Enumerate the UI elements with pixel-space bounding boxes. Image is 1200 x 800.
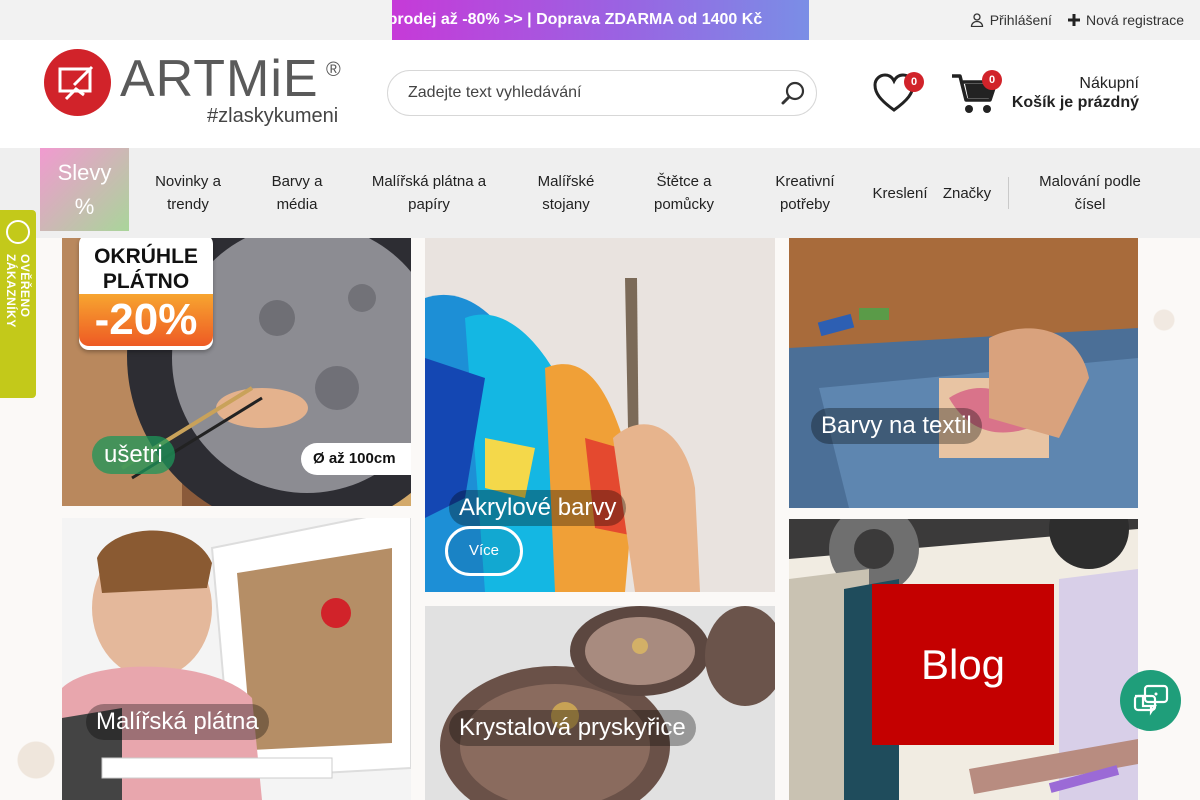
site-header: ARTMiE ® #zlaskykumeni 0 0 Nákupní Košík… [0, 40, 1200, 148]
nav-item-easels[interactable]: Malířské stojany [520, 148, 612, 238]
logo-registered: ® [326, 59, 341, 81]
nav-item-paint-by-numbers[interactable]: Malování podle čísel [1022, 148, 1158, 238]
tile-label: Krystalová pryskyřice [449, 710, 696, 746]
chat-button[interactable] [1120, 670, 1181, 731]
nav-label: Malířská plátna a [371, 173, 487, 190]
user-icon [970, 13, 983, 27]
sale-label: Slevy [57, 160, 112, 185]
nav-item-canvases-papers[interactable]: Malířská plátna a papíry [354, 148, 504, 238]
promo-banner[interactable]: Výprodej až -80% >> | Doprava ZDARMA od … [392, 0, 809, 40]
cart-title: Nákupní [1079, 75, 1139, 92]
nav-label: Štětce a [656, 173, 712, 190]
search-icon[interactable] [780, 80, 806, 106]
register-link[interactable]: Nová registrace [1067, 12, 1184, 28]
search-input[interactable] [408, 71, 768, 115]
tile-label: Malířská plátna [86, 704, 269, 740]
cart-count-badge: 0 [982, 70, 1002, 90]
chat-icon [1133, 684, 1168, 716]
nav-item-drawing[interactable]: Kreslení [868, 148, 932, 238]
nav-label: čísel [1074, 196, 1106, 213]
tile-acrylic-paints[interactable]: Akrylové barvy Více [425, 238, 775, 592]
cart-summary[interactable]: Nákupní Košík je prázdný [1012, 74, 1139, 112]
nav-label: Kreslení [872, 184, 928, 202]
nav-item-paints-media[interactable]: Barvy a média [252, 148, 342, 238]
register-label[interactable]: Nová registrace [1086, 12, 1184, 28]
cart-status: Košík je prázdný [1011, 94, 1139, 111]
wishlist-button[interactable]: 0 [872, 72, 924, 116]
nav-item-creative-supplies[interactable]: Kreativní potřeby [756, 148, 854, 238]
tile-resin[interactable]: Krystalová pryskyřice [425, 606, 775, 800]
verified-text: OVĚŘENO ZÁKAZNÍKY [4, 254, 32, 328]
canvases-image [62, 518, 411, 800]
nav-label: Malířské [537, 173, 595, 190]
nav-label: papíry [408, 196, 450, 213]
tile-canvases[interactable]: Malířská plátna [62, 518, 411, 800]
tile-blog[interactable]: Blog [789, 519, 1138, 800]
sale-percent: % [74, 194, 95, 219]
logo-tagline: #zlaskykumeni [207, 105, 339, 127]
nav-label: potřeby [779, 196, 831, 213]
tile-label: Barvy na textil [811, 408, 982, 444]
nav-item-brands[interactable]: Značky [938, 148, 996, 238]
logo-mark-icon [44, 49, 111, 116]
main-nav: Slevy % Novinky a trendy Barvy a média Mal… [0, 148, 1200, 238]
nav-label: Barvy a [271, 173, 323, 190]
nav-item-brushes-tools[interactable]: Štětce a pomůcky [634, 148, 734, 238]
promo-text[interactable]: Výprodej až -80% >> | Doprava ZDARMA od … [392, 0, 762, 40]
login-label[interactable]: Přihlášení [990, 12, 1052, 28]
verified-seal-icon [6, 220, 30, 244]
wishlist-count-badge: 0 [904, 72, 924, 92]
blog-label: Blog [872, 584, 1054, 745]
round-canvas-sticker: OKRÚHLE PLÁTNO -20% [79, 238, 213, 350]
nav-label: Značky [942, 184, 992, 202]
customer-verified-badge[interactable]: OVĚŘENO ZÁKAZNÍKY [0, 210, 36, 398]
nav-item-sale[interactable]: Slevy % [40, 148, 129, 231]
top-bar: Výprodej až -80% >> | Doprava ZDARMA od … [0, 0, 1200, 40]
logo[interactable]: ARTMiE ® #zlaskykumeni [44, 49, 346, 131]
tile-label: Akrylové barvy [449, 490, 627, 526]
size-label: Ø až 100cm [301, 443, 411, 475]
tile-round-canvas[interactable]: OKRÚHLE PLÁTNO -20% Ø až 100cm ušetri [62, 238, 411, 506]
logo-wordmark: ARTMiE [120, 50, 319, 108]
nav-label: Malování podle [1039, 173, 1141, 190]
tile-textile-paints[interactable]: Barvy na textil [789, 238, 1138, 508]
plus-icon [1067, 14, 1080, 26]
nav-label: stojany [542, 196, 590, 213]
nav-label: trendy [167, 196, 209, 213]
account-links: Přihlášení Nová registrace [970, 0, 1184, 40]
search-box [387, 70, 817, 116]
nav-label: Novinky a [155, 173, 221, 190]
sticker-line-2: PLÁTNO [102, 270, 190, 293]
tile-label: ušetri [92, 436, 175, 474]
more-button[interactable]: Více [445, 526, 523, 576]
nav-label: Kreativní [775, 173, 835, 190]
textile-paints-image [789, 238, 1138, 508]
login-link[interactable]: Přihlášení [970, 12, 1052, 28]
nav-label: pomůcky [653, 196, 715, 213]
sticker-line-1: OKRÚHLE [94, 245, 198, 268]
cart-button[interactable]: 0 [950, 70, 1002, 116]
nav-label: média [276, 196, 318, 213]
nav-item-news-trends[interactable]: Novinky a trendy [138, 148, 238, 238]
sticker-discount: -20% [79, 294, 213, 346]
nav-divider [1008, 177, 1009, 209]
resin-image [425, 606, 775, 800]
